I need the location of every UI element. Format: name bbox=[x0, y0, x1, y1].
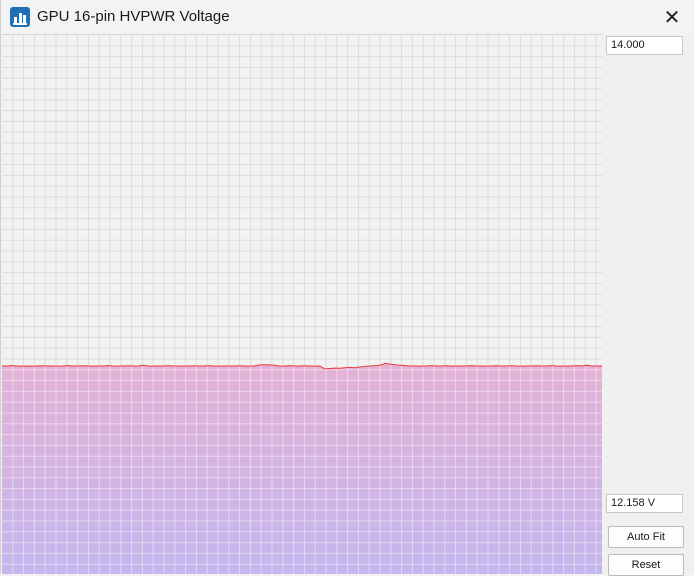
voltage-chart bbox=[2, 35, 602, 574]
scale-max-value: 14.000 bbox=[606, 36, 683, 55]
graph-area bbox=[2, 34, 602, 574]
gpu-z-app-icon bbox=[10, 7, 30, 27]
sensor-graph-window: GPU 16-pin HVPWR Voltage ✕ 14.000 12.158… bbox=[0, 0, 694, 576]
title-bar[interactable]: GPU 16-pin HVPWR Voltage ✕ bbox=[1, 0, 694, 34]
side-panel: 14.000 12.158 V Auto Fit Reset bbox=[604, 34, 694, 576]
window-title: GPU 16-pin HVPWR Voltage bbox=[37, 8, 230, 25]
current-value-readout: 12.158 V bbox=[606, 494, 683, 513]
close-button[interactable]: ✕ bbox=[649, 0, 694, 34]
auto-fit-button[interactable]: Auto Fit bbox=[608, 526, 684, 548]
close-icon: ✕ bbox=[663, 6, 681, 29]
